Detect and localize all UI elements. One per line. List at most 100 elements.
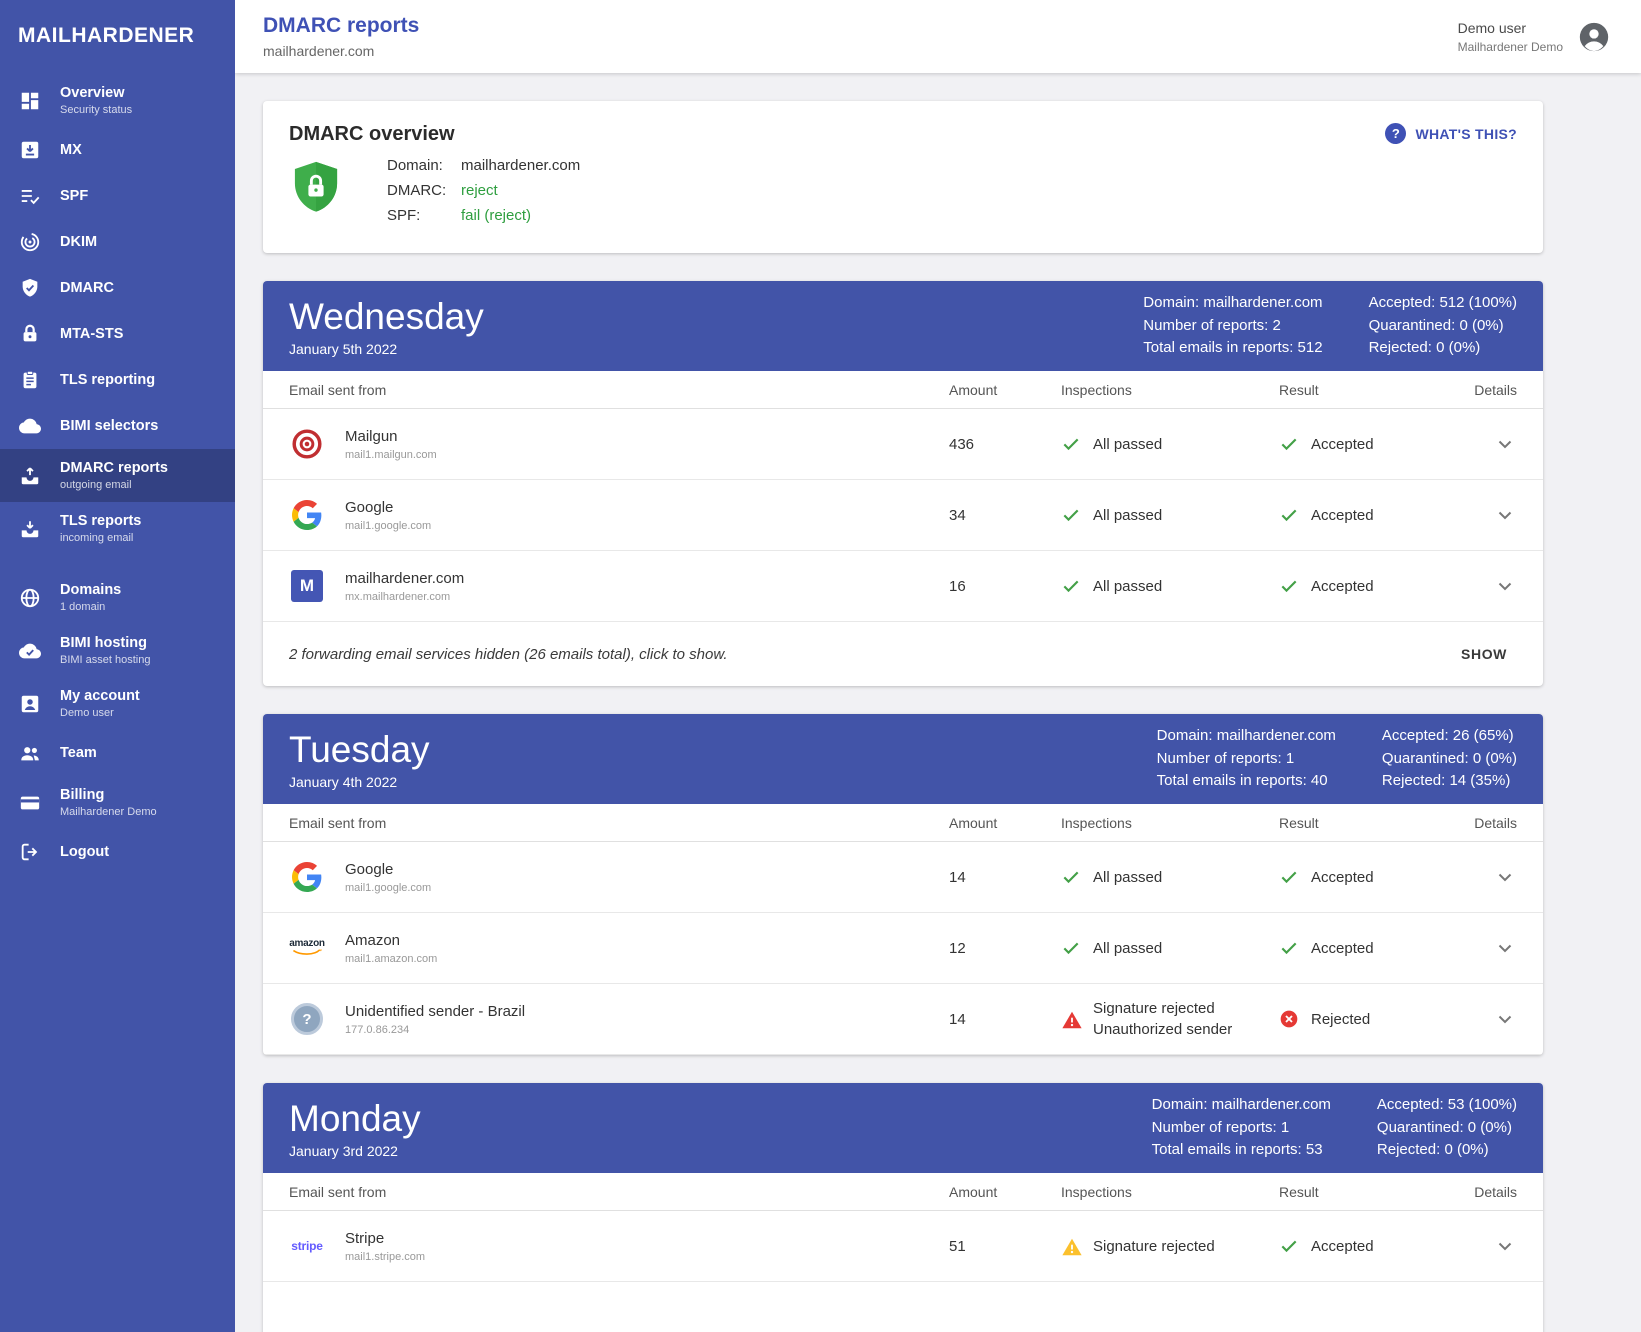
sidebar-item-label: DMARC reports [60,460,168,476]
col-from: Email sent from [289,382,949,398]
overview-fields: Domain:mailhardener.com DMARC:reject SPF… [387,157,580,224]
check-icon [1061,867,1081,887]
inspection-text: All passed [1093,578,1162,595]
day-card-monday: Monday January 3rd 2022 Domain: mailhard… [263,1083,1543,1332]
cut-off-area [263,1282,1543,1332]
chevron-down-icon[interactable] [1493,865,1517,889]
sidebar-item-label: BIMI hosting [60,635,151,651]
sidebar-item-tls-reports[interactable]: TLS reportsincoming email [0,502,235,555]
sidebar-item-tls-reporting[interactable]: TLS reporting [0,357,235,403]
table-row[interactable]: Mailgunmail1.mailgun.com 436 All passed … [263,409,1543,480]
inspection-text: All passed [1093,940,1162,957]
sidebar-item-overview[interactable]: OverviewSecurity status [0,74,235,127]
day-header: Wednesday January 5th 2022 Domain: mailh… [263,281,1543,371]
spf-label: SPF: [387,207,461,224]
table-row[interactable]: ? Unidentified sender - Brazil 177.0.86.2… [263,984,1543,1055]
sidebar-item-label: TLS reports [60,513,141,529]
table-row[interactable]: Googlemail1.google.com 34 All passed Acc… [263,480,1543,551]
cross-icon [1279,1009,1299,1029]
table-row[interactable]: M mailhardener.commx.mailhardener.com 16… [263,551,1543,622]
user-org: Mailhardener Demo [1458,40,1563,54]
sender-name: Google [345,861,431,878]
inbox-tray-icon [18,517,42,541]
clipboard-icon [18,368,42,392]
whats-this-link[interactable]: ? WHAT'S THIS? [1385,123,1517,144]
help-icon: ? [1385,123,1406,144]
show-button[interactable]: SHOW [1451,638,1517,670]
hidden-services-row[interactable]: 2 forwarding email services hidden (26 e… [263,622,1543,686]
check-icon [1279,938,1299,958]
col-result: Result [1279,815,1461,831]
sidebar-item-label: BIMI selectors [60,418,158,434]
sidebar-item-label: SPF [60,188,88,204]
chevron-down-icon[interactable] [1493,503,1517,527]
check-icon [1061,576,1081,596]
chevron-down-icon[interactable] [1493,432,1517,456]
stat-quarantined: Quarantined: 0 (0%) [1369,318,1517,335]
day-card-wednesday: Wednesday January 5th 2022 Domain: mailh… [263,281,1543,686]
inspections-cell: All passed [1061,938,1279,958]
table-header: Email sent from Amount Inspections Resul… [263,1173,1543,1211]
col-amount: Amount [949,1184,1061,1200]
inspections-cell: All passed [1061,867,1279,887]
sender-name: Unidentified sender - Brazil [345,1003,525,1020]
sender-host: mail1.amazon.com [345,953,437,965]
sidebar-item-bimi-hosting[interactable]: BIMI hostingBIMI asset hosting [0,624,235,677]
table-row[interactable]: Googlemail1.google.com 14 All passed Acc… [263,842,1543,913]
result-cell: Rejected [1279,1009,1461,1029]
sidebar-item-dmarc-reports[interactable]: DMARC reportsoutgoing email [0,449,235,502]
stripe-logo-icon: stripe [289,1228,325,1264]
globe-icon [18,586,42,610]
sidebar-item-dkim[interactable]: DKIM [0,219,235,265]
day-header: Tuesday January 4th 2022 Domain: mailhar… [263,714,1543,804]
sidebar-item-domains[interactable]: Domains1 domain [0,571,235,624]
avatar-icon[interactable] [1577,20,1611,54]
check-icon [1061,938,1081,958]
sender-host: mx.mailhardener.com [345,591,464,603]
col-amount: Amount [949,815,1061,831]
sidebar-nav: OverviewSecurity status MX SPF DKIM DMAR… [0,74,235,923]
sender-host: 177.0.86.234 [345,1024,525,1036]
sender-host: mail1.stripe.com [345,1251,425,1263]
sidebar-item-my-account[interactable]: My accountDemo user [0,677,235,730]
table-row[interactable]: amazon Amazonmail1.amazon.com 12 All pas… [263,913,1543,984]
sidebar-item-bimi-selectors[interactable]: BIMI selectors [0,403,235,449]
whats-this-label: WHAT'S THIS? [1415,126,1517,142]
result-cell: Accepted [1279,938,1461,958]
day-date: January 5th 2022 [289,341,484,357]
team-icon [18,741,42,765]
day-name: Tuesday [289,729,430,771]
stat-rejected: Rejected: 0 (0%) [1369,340,1517,357]
inspections-cell: Signature rejected Unauthorized sender [1061,1000,1279,1038]
logout-button[interactable]: Logout [0,829,235,875]
page-title: DMARC reports [263,14,419,38]
chevron-down-icon[interactable] [1493,574,1517,598]
sidebar-item-team[interactable]: Team [0,730,235,776]
amount-value: 16 [949,578,1061,595]
result-text: Accepted [1311,436,1374,453]
inspection-text: Unauthorized sender [1093,1021,1232,1038]
sidebar-item-billing[interactable]: BillingMailhardener Demo [0,776,235,829]
stat-rejected: Rejected: 14 (35%) [1382,773,1517,790]
sidebar-item-dmarc[interactable]: DMARC [0,265,235,311]
cloud-icon [18,414,42,438]
shield-lock-icon [289,154,343,227]
col-details: Details [1474,382,1517,398]
logout-icon [18,840,42,864]
sidebar-item-label: MX [60,142,82,158]
page-heading: DMARC reports mailhardener.com [263,14,419,59]
table-row[interactable]: stripe Stripemail1.stripe.com 51 Signatu… [263,1211,1543,1282]
warning-icon [1061,1236,1081,1256]
user-menu[interactable]: Demo user Mailhardener Demo [1458,20,1611,54]
unknown-sender-icon: ? [289,1001,325,1037]
stat-accepted: Accepted: 512 (100%) [1369,295,1517,312]
sidebar-item-mta-sts[interactable]: MTA-STS [0,311,235,357]
sidebar-item-mx[interactable]: MX [0,127,235,173]
sidebar-item-spf[interactable]: SPF [0,173,235,219]
sidebar-item-label: DMARC [60,280,114,296]
chevron-down-icon[interactable] [1493,1234,1517,1258]
chevron-down-icon[interactable] [1493,936,1517,960]
sidebar: MAILHARDENER OverviewSecurity status MX … [0,0,235,1332]
brand-logo: MAILHARDENER [0,0,235,74]
chevron-down-icon[interactable] [1493,1007,1517,1031]
